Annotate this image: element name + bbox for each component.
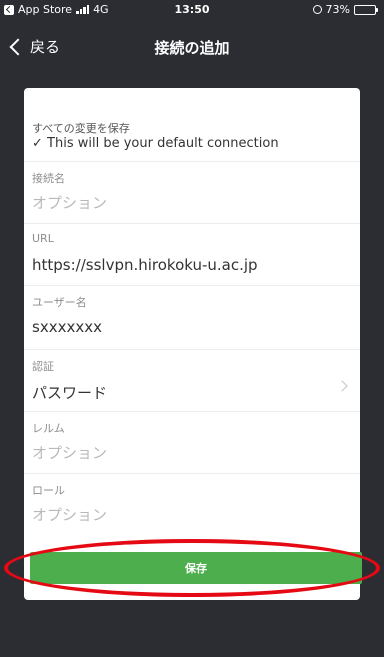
add-connection-form: すべての変更を保存 ✓ This will be your default co… <box>24 88 360 600</box>
default-connection-note: ✓ This will be your default connection <box>32 136 279 151</box>
status-right: 73% <box>312 3 378 16</box>
signal-strength-icon <box>76 5 90 14</box>
page-title: 接続の追加 <box>154 39 230 57</box>
save-button[interactable]: 保存 <box>30 552 362 584</box>
url-label: URL <box>32 232 54 245</box>
role-label: ロール <box>32 484 65 497</box>
status-time: 13:50 <box>174 3 210 16</box>
back-to-app-icon[interactable] <box>4 4 14 15</box>
auth-label: 認証 <box>32 360 54 373</box>
realm-field[interactable]: レルム オプション <box>24 412 360 474</box>
url-input[interactable]: https://sslvpn.hirokoku-u.ac.jp <box>32 256 258 274</box>
connection-name-label: 接続名 <box>32 172 65 185</box>
network-type: 4G <box>93 3 109 16</box>
url-field[interactable]: URL https://sslvpn.hirokoku-u.ac.jp <box>24 224 360 286</box>
realm-label: レルム <box>32 422 65 435</box>
username-input[interactable]: sxxxxxxx <box>32 318 102 336</box>
status-left: App Store 4G <box>4 3 109 16</box>
role-field[interactable]: ロール オプション <box>24 474 360 536</box>
chevron-right-icon[interactable] <box>336 380 348 392</box>
auth-value[interactable]: パスワード <box>32 382 107 403</box>
role-input[interactable]: オプション <box>32 504 107 525</box>
navigation-bar: 戻る 接続の追加 <box>0 28 384 68</box>
auth-field[interactable]: 認証 パスワード <box>24 350 360 412</box>
back-app-label[interactable]: App Store <box>18 3 72 16</box>
connection-name-input[interactable]: オプション <box>32 192 107 213</box>
save-all-changes-row[interactable]: すべての変更を保存 ✓ This will be your default co… <box>24 108 360 162</box>
rotation-lock-icon <box>312 5 322 14</box>
save-button-label: 保存 <box>185 562 207 575</box>
username-field[interactable]: ユーザー名 sxxxxxxx <box>24 286 360 350</box>
battery-percent: 73% <box>325 3 350 16</box>
username-label: ユーザー名 <box>32 296 87 309</box>
connection-name-field[interactable]: 接続名 オプション <box>24 162 360 224</box>
realm-input[interactable]: オプション <box>32 442 107 463</box>
save-all-label: すべての変更を保存 <box>32 122 130 135</box>
status-bar: App Store 4G 13:50 73% <box>0 0 384 20</box>
battery-icon <box>354 4 378 15</box>
